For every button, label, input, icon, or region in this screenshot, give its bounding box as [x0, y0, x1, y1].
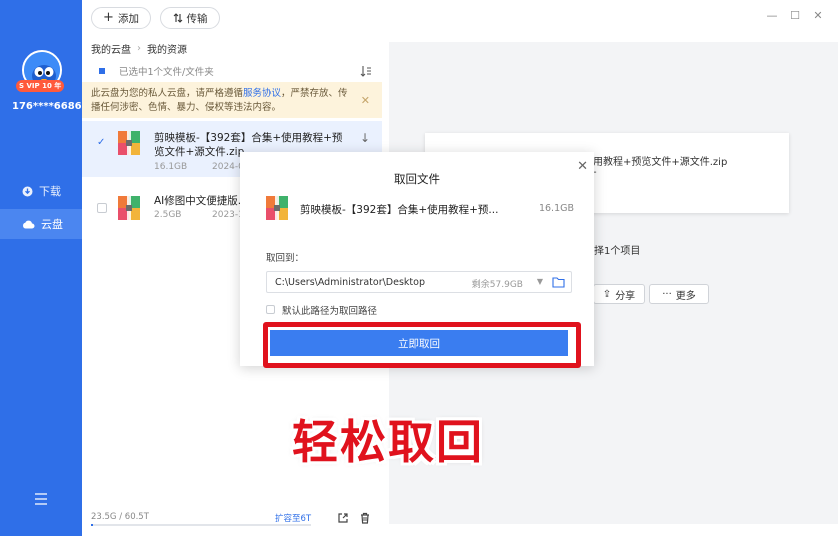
vip-badge: S VIP 10 年 — [16, 80, 65, 92]
chevron-right-icon: › — [137, 43, 141, 54]
preview-file-name: 用教程+预览文件+源文件.zip — [593, 157, 728, 168]
path-input[interactable]: C:\Users\Administrator\Desktop 剩余57.9GB … — [266, 271, 572, 293]
maximize-icon[interactable]: ☐ — [789, 10, 801, 22]
select-all-checkbox[interactable] — [99, 68, 105, 74]
zip-file-icon — [118, 131, 140, 155]
row-checkbox[interactable] — [97, 203, 107, 213]
storage-usage: 23.5G / 60.5T — [91, 512, 149, 522]
row-checkbox[interactable]: ✓ — [97, 138, 107, 148]
selection-bar: 已选中1个文件/文件夹 — [82, 62, 382, 80]
retrieve-to-label: 取回到： — [266, 253, 305, 264]
more-dots-icon: ··· — [662, 288, 672, 300]
transfer-button[interactable]: 传输 — [160, 7, 220, 29]
sidebar-item-cloud[interactable]: 云盘 — [0, 209, 82, 239]
breadcrumb-root[interactable]: 我的云盘 — [91, 41, 131, 56]
service-agreement-link[interactable]: 服务协议 — [243, 88, 281, 99]
file-size: 2.5GB — [154, 210, 182, 220]
export-icon[interactable] — [337, 512, 349, 524]
caption-overlay: 轻松取回 — [292, 415, 484, 469]
dialog-file-name: 剪映模板-【392套】合集+使用教程+预... — [300, 204, 499, 216]
cloud-icon — [23, 220, 35, 229]
chevron-down-icon[interactable]: ▼ — [537, 277, 543, 286]
file-size: 16.1GB — [154, 162, 188, 172]
close-icon[interactable]: ✕ — [361, 94, 370, 108]
minimize-icon[interactable]: — — [766, 10, 778, 22]
selection-text: 已选中1个文件/文件夹 — [119, 67, 214, 78]
share-button[interactable]: ⇪ 分享 — [593, 284, 645, 304]
breadcrumb: 我的云盘 › 我的资源 — [91, 41, 187, 56]
file-name-continued: 览文件+源文件.zip — [154, 146, 245, 158]
share-icon: ⇪ — [602, 288, 612, 300]
dialog-file-size: 16.1GB — [538, 203, 574, 214]
download-arrow-icon[interactable]: ↓ — [360, 131, 370, 145]
notice-banner: 此云盘为您的私人云盘，请严格遵循服务协议，严禁存放、传播任何涉密、色情、暴力、侵… — [82, 82, 382, 118]
close-icon[interactable]: ✕ — [577, 159, 588, 174]
path-value: C:\Users\Administrator\Desktop — [275, 276, 425, 288]
zip-file-icon — [118, 196, 140, 220]
folder-icon[interactable] — [552, 276, 565, 288]
breadcrumb-current[interactable]: 我的资源 — [147, 41, 187, 56]
default-path-label: 默认此路径为取回路径 — [282, 306, 378, 317]
plus-icon: + — [103, 10, 114, 25]
menu-icon[interactable] — [33, 491, 49, 507]
app-window: S VIP 10 年 176****6686 下载 云盘 + 添加 传输 — ☐… — [0, 0, 838, 536]
transfer-arrows-icon — [173, 13, 182, 23]
retrieve-now-button[interactable]: 立即取回 — [270, 330, 568, 356]
user-id: 176****6686 — [12, 101, 82, 112]
free-space: 剩余57.9GB — [471, 280, 523, 290]
sort-icon[interactable] — [360, 65, 372, 77]
preview-selection-text: 择1个项目 — [594, 246, 641, 257]
default-path-checkbox[interactable] — [266, 305, 275, 314]
close-window-icon[interactable]: ✕ — [812, 10, 824, 22]
dialog-title: 取回文件 — [394, 172, 440, 186]
trash-icon[interactable] — [359, 512, 371, 524]
storage-fill — [91, 524, 93, 526]
sidebar-item-label: 下载 — [39, 185, 61, 198]
sidebar-item-download[interactable]: 下载 — [0, 176, 82, 206]
storage-bar — [91, 524, 311, 526]
file-name: AI修图中文便捷版.z — [154, 195, 247, 207]
download-icon — [22, 186, 33, 196]
sidebar: S VIP 10 年 176****6686 下载 云盘 — [0, 0, 82, 536]
toolbar: + 添加 传输 — ☐ ✕ — [82, 0, 838, 36]
file-name: 剪映模板-【392套】合集+使用教程+预 — [154, 132, 343, 144]
sidebar-item-label: 云盘 — [41, 218, 63, 231]
expand-storage-link[interactable]: 扩容至6T — [275, 512, 311, 524]
more-button[interactable]: ··· 更多 — [649, 284, 709, 304]
zip-file-icon — [266, 196, 288, 220]
add-button[interactable]: + 添加 — [91, 7, 151, 29]
